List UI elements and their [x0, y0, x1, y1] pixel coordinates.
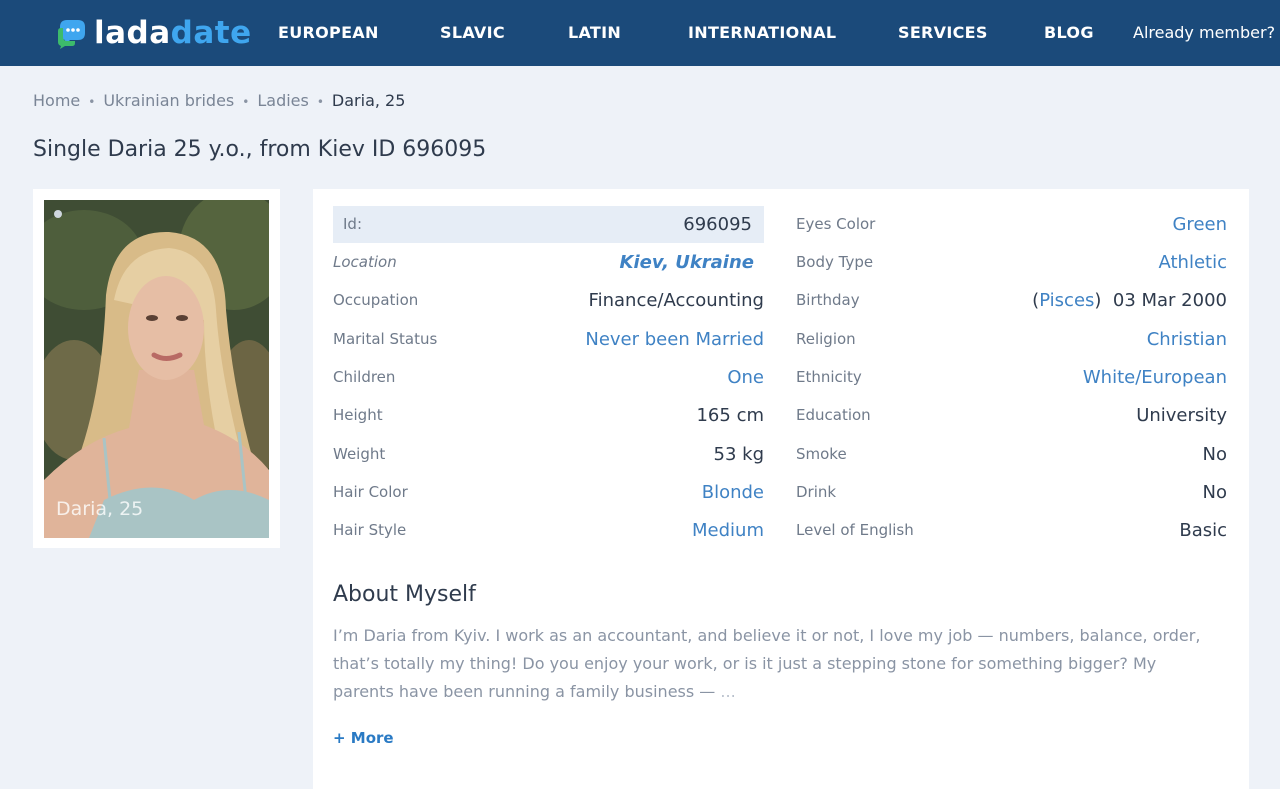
field-value: No	[1202, 444, 1227, 465]
field-value: 53 kg	[713, 444, 764, 465]
field-row-drink: Drink No	[796, 474, 1227, 511]
profile-photo-image	[44, 200, 269, 538]
field-label: Children	[333, 368, 396, 386]
nav-slavic[interactable]: SLAVIC	[440, 22, 505, 44]
field-label: Hair Style	[333, 521, 407, 539]
children-link[interactable]: One	[727, 359, 764, 396]
page-title: Single Daria 25 y.o., from Kiev ID 69609…	[33, 137, 487, 162]
field-value: No	[1202, 482, 1227, 503]
field-row-ethnicity: Ethnicity White/European	[796, 359, 1227, 396]
breadcrumb-home[interactable]: Home	[33, 91, 80, 110]
body-type-link[interactable]: Athletic	[1159, 244, 1228, 281]
field-value: Basic	[1179, 520, 1227, 541]
field-row-level-of-english: Level of English Basic	[796, 512, 1227, 549]
hair-color-link[interactable]: Blonde	[702, 474, 764, 511]
about-ellipsis: ...	[720, 682, 736, 701]
breadcrumb-separator: •	[242, 95, 250, 109]
ethnicity-link[interactable]: White/European	[1083, 359, 1227, 396]
field-label: Level of English	[796, 521, 914, 539]
religion-link[interactable]: Christian	[1147, 321, 1227, 358]
field-row-smoke: Smoke No	[796, 436, 1227, 473]
eyes-color-link[interactable]: Green	[1172, 206, 1227, 243]
field-label: Body Type	[796, 253, 874, 271]
field-row-location: Location Kiev, Ukraine	[333, 244, 764, 281]
marital-status-link[interactable]: Never been Married	[585, 321, 764, 358]
field-label: Eyes Color	[796, 215, 876, 233]
profile-info-card: Id: 696095 Location Kiev, Ukraine Occupa…	[313, 189, 1249, 789]
photo-caption: Daria, 25	[56, 498, 144, 520]
field-label: Occupation	[333, 291, 419, 309]
zodiac-sign-link[interactable]: Pisces	[1039, 290, 1094, 311]
field-row-occupation: Occupation Finance/Accounting	[333, 282, 764, 319]
field-row-eyes-color: Eyes Color Green	[796, 206, 1227, 243]
location-link[interactable]: Kiev, Ukraine	[620, 244, 755, 281]
birthday-date: 03 Mar 2000	[1112, 290, 1227, 311]
field-row-weight: Weight 53 kg	[333, 436, 764, 473]
nav-blog[interactable]: BLOG	[1044, 22, 1094, 44]
breadcrumb-current: Daria, 25	[331, 91, 406, 110]
field-row-hair-style: Hair Style Medium	[333, 512, 764, 549]
nav-international[interactable]: INTERNATIONAL	[688, 22, 836, 44]
field-label: Education	[796, 406, 871, 424]
field-row-religion: Religion Christian	[796, 321, 1227, 358]
field-label: Hair Color	[333, 483, 408, 501]
profile-photo[interactable]: Daria, 25	[44, 200, 269, 538]
birthday-value: (Pisces) 03 Mar 2000	[1032, 290, 1227, 311]
field-value: 696095	[683, 214, 752, 235]
nav-services[interactable]: SERVICES	[898, 22, 988, 44]
logo-text-part-1: lada	[94, 15, 171, 51]
field-value: 165 cm	[696, 405, 764, 426]
field-label: Id:	[343, 215, 362, 233]
top-header: ladadate EUROPEAN SLAVIC LATIN INTERNATI…	[0, 0, 1280, 66]
field-label: Smoke	[796, 445, 847, 463]
breadcrumb-separator: •	[316, 95, 324, 109]
field-label: Marital Status	[333, 330, 438, 348]
field-label: Ethnicity	[796, 368, 862, 386]
chat-bubble-logo-icon	[58, 20, 85, 49]
field-label: Drink	[796, 483, 837, 501]
field-value: Finance/Accounting	[588, 290, 764, 311]
field-value: University	[1136, 405, 1227, 426]
profile-photo-card: Daria, 25	[33, 189, 280, 548]
more-button[interactable]: + More	[333, 729, 394, 747]
logo-text: ladadate	[94, 14, 252, 52]
about-heading: About Myself	[333, 582, 476, 607]
field-row-hair-color: Hair Color Blonde	[333, 474, 764, 511]
already-member-link[interactable]: Already member?	[1133, 22, 1275, 44]
field-row-height: Height 165 cm	[333, 397, 764, 434]
field-label: Weight	[333, 445, 386, 463]
field-row-id: Id: 696095	[333, 206, 764, 243]
breadcrumb-ladies[interactable]: Ladies	[257, 91, 309, 110]
nav-european[interactable]: EUROPEAN	[278, 22, 379, 44]
logo-text-part-2: date	[170, 15, 252, 51]
field-label: Birthday	[796, 291, 860, 309]
breadcrumb: Home • Ukrainian brides • Ladies • Daria, 25	[33, 91, 405, 112]
about-text: I’m Daria from Kyiv. I work as an accoun…	[333, 622, 1213, 706]
field-row-birthday: Birthday (Pisces) 03 Mar 2000	[796, 282, 1227, 319]
about-text-body: I’m Daria from Kyiv. I work as an accoun…	[333, 626, 1201, 701]
field-label: Religion	[796, 330, 856, 348]
field-row-education: Education University	[796, 397, 1227, 434]
field-label: Location	[333, 253, 397, 271]
field-row-body-type: Body Type Athletic	[796, 244, 1227, 281]
field-row-children: Children One	[333, 359, 764, 396]
field-label: Height	[333, 406, 383, 424]
photo-indicator-dot	[54, 210, 62, 218]
field-row-marital-status: Marital Status Never been Married	[333, 321, 764, 358]
nav-latin[interactable]: LATIN	[568, 22, 621, 44]
hair-style-link[interactable]: Medium	[692, 512, 764, 549]
logo[interactable]: ladadate	[56, 14, 252, 52]
breadcrumb-ukrainian-brides[interactable]: Ukrainian brides	[103, 91, 234, 110]
breadcrumb-separator: •	[88, 95, 96, 109]
